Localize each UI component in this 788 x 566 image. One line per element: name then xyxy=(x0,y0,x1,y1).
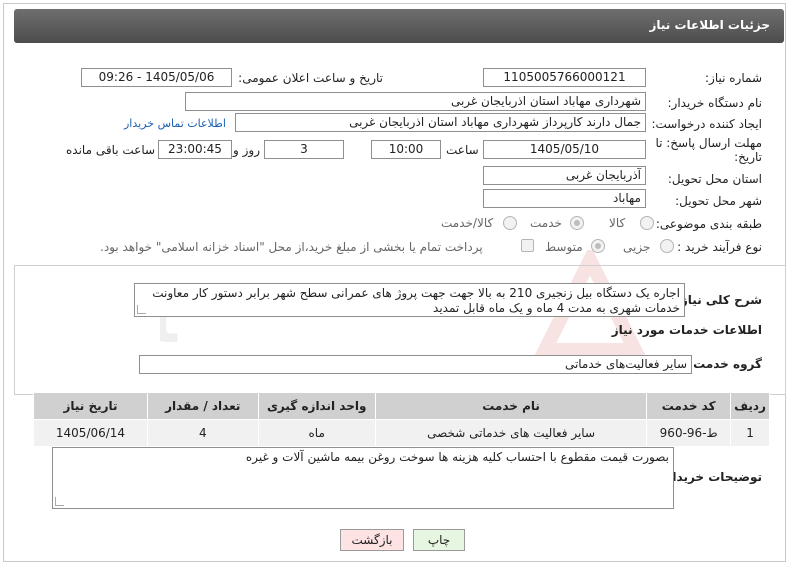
deadline-time-label: ساعت xyxy=(446,143,479,157)
need-description-label: شرح کلی نیاز: xyxy=(676,293,762,307)
col-service-name: نام خدمت xyxy=(374,392,648,420)
need-number-field: 1105005766000121 xyxy=(483,68,646,87)
process-type-label: نوع فرآیند خرید : xyxy=(677,240,762,254)
buyer-contact-link[interactable]: اطلاعات تماس خریدار xyxy=(124,117,226,130)
province-field: آذربایجان غربی xyxy=(483,166,646,185)
cell-row-number: 1 xyxy=(730,419,770,447)
announce-field: 1405/05/06 - 09:26 xyxy=(81,68,232,87)
category-option-service: خدمت xyxy=(530,216,562,230)
treasury-payment-note: پرداخت تمام یا بخشی از مبلغ خرید،از محل … xyxy=(100,240,483,254)
days-remaining-field: 3 xyxy=(264,140,344,159)
deadline-time-field: 10:00 xyxy=(371,140,441,159)
buyer-notes-text: بصورت قیمت مقطوع با احتساب کلیه هزینه ها… xyxy=(52,447,674,509)
buyer-notes-label: توضیحات خریدار: xyxy=(660,470,762,484)
buyer-org-field: شهرداری مهاباد استان اذربایجان غربی xyxy=(185,92,646,111)
col-unit: واحد اندازه گیری xyxy=(257,392,376,420)
services-table-header: ردیف کد خدمت نام خدمت واحد اندازه گیری ت… xyxy=(33,392,770,420)
back-button[interactable]: بازگشت xyxy=(340,529,404,551)
service-group-field: سایر فعالیت‌های خدماتی xyxy=(139,355,692,374)
category-radio-goods[interactable] xyxy=(640,216,654,230)
remaining-time-field: 23:00:45 xyxy=(158,140,232,159)
col-quantity: تعداد / مقدار xyxy=(146,392,259,420)
services-section-title: اطلاعات خدمات مورد نیاز xyxy=(611,323,762,337)
category-radio-service[interactable] xyxy=(570,216,584,230)
print-button[interactable]: چاپ xyxy=(413,529,465,551)
cell-unit: ماه xyxy=(257,419,376,447)
category-option-goods-service: کالا/خدمت xyxy=(441,216,494,230)
cell-service-code: ط-96-960 xyxy=(646,419,732,447)
treasury-payment-checkbox[interactable] xyxy=(521,239,534,252)
buyer-org-label: نام دستگاه خریدار: xyxy=(667,96,763,110)
days-label: روز و xyxy=(233,143,260,157)
category-radio-goods-service[interactable] xyxy=(503,216,517,230)
deadline-date-field: 1405/05/10 xyxy=(483,140,646,159)
process-option-medium: متوسط xyxy=(545,240,583,254)
creator-label: ایجاد کننده درخواست: xyxy=(651,117,762,131)
creator-field: جمال دارند کارپرداز شهرداری مهاباد استان… xyxy=(235,113,646,132)
service-group-label: گروه خدمت: xyxy=(688,357,762,371)
need-number-label: شماره نیاز: xyxy=(705,71,762,85)
col-need-date: تاریخ نیاز xyxy=(33,392,148,420)
process-option-minor: جزیی xyxy=(623,240,651,254)
need-description-text: اجاره یک دستگاه بیل زنجیری 210 به بالا ج… xyxy=(134,283,685,317)
col-service-code: کد خدمت xyxy=(646,392,732,420)
category-option-goods: کالا xyxy=(609,216,626,230)
cell-quantity: 4 xyxy=(146,419,259,447)
deadline-label-line1: مهلت ارسال پاسخ: تا xyxy=(655,136,762,150)
col-row-number: ردیف xyxy=(730,392,770,420)
city-field: مهاباد xyxy=(483,189,646,208)
page-title: جزئیات اطلاعات نیاز xyxy=(649,18,770,32)
city-label: شهر محل تحویل: xyxy=(675,194,762,208)
process-radio-minor[interactable] xyxy=(660,239,674,253)
remaining-time-label: ساعت باقی مانده xyxy=(66,143,156,157)
services-table: ردیف کد خدمت نام خدمت واحد اندازه گیری ت… xyxy=(33,392,770,447)
deadline-label-line2: تاریخ: xyxy=(734,150,762,164)
table-row: 1 ط-96-960 سایر فعالیت های خدماتی شخصی م… xyxy=(33,419,770,447)
category-label: طبقه بندی موضوعی: xyxy=(655,217,762,231)
resize-grip-icon[interactable] xyxy=(137,305,146,314)
cell-service-name: سایر فعالیت های خدماتی شخصی xyxy=(374,419,648,447)
province-label: استان محل تحویل: xyxy=(667,172,762,186)
process-radio-medium[interactable] xyxy=(591,239,605,253)
announce-label: تاریخ و ساعت اعلان عمومی: xyxy=(238,71,383,85)
page-header: جزئیات اطلاعات نیاز xyxy=(14,9,784,43)
cell-need-date: 1405/06/14 xyxy=(33,419,148,447)
resize-grip-icon[interactable] xyxy=(55,497,64,506)
